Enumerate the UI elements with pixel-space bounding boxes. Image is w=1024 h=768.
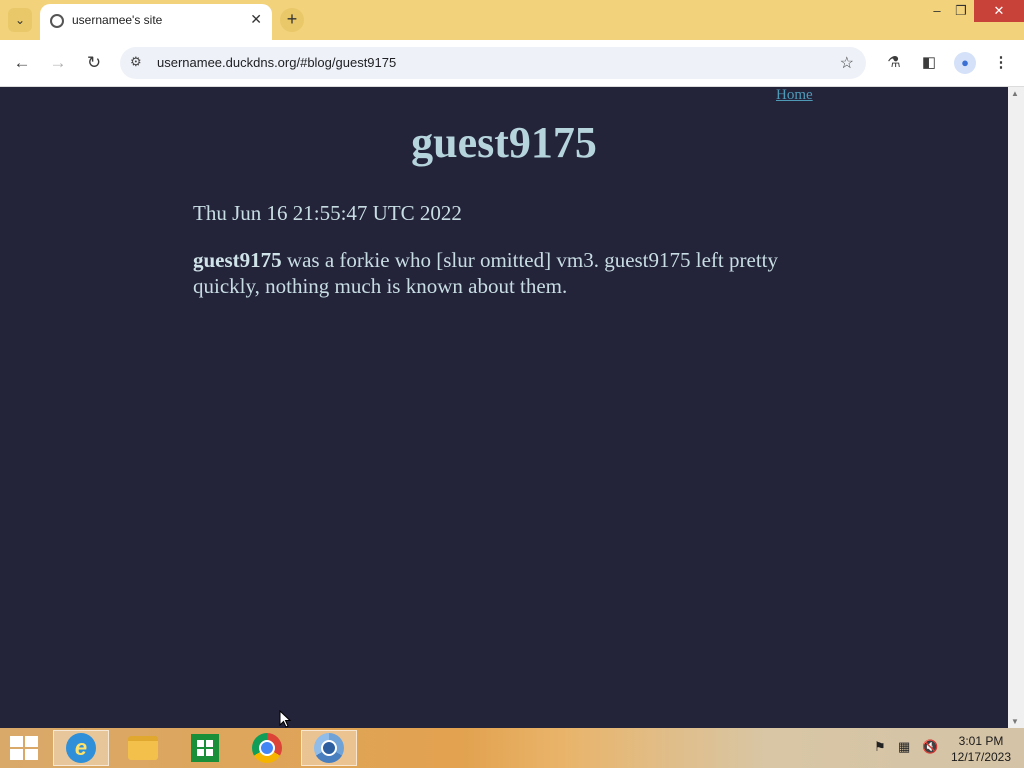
tab-search-button[interactable]: ⌄ [8, 8, 32, 32]
scroll-up-icon[interactable]: ▲ [1011, 89, 1019, 98]
network-icon[interactable]: ▦ [898, 739, 910, 755]
url-text[interactable]: usernamee.duckdns.org/#blog/guest9175 [157, 55, 396, 70]
bookmark-star-icon[interactable]: ☆ [840, 53, 854, 73]
browser-toolbar: ← → ↻ ⚙ usernamee.duckdns.org/#blog/gues… [0, 40, 1024, 87]
reload-icon[interactable]: ↻ [83, 52, 105, 74]
restore-button[interactable]: ❐ [946, 0, 976, 22]
new-tab-button[interactable]: + [280, 8, 304, 32]
chrome-icon[interactable] [239, 730, 295, 766]
mouse-cursor-icon [279, 710, 291, 728]
home-link[interactable]: Home [776, 87, 813, 104]
address-bar[interactable]: ⚙ usernamee.duckdns.org/#blog/guest9175 … [120, 47, 866, 79]
internet-explorer-icon[interactable]: e [53, 730, 109, 766]
volume-muted-icon[interactable]: 🔇 [922, 739, 938, 755]
close-tab-icon[interactable]: ✕ [250, 11, 262, 28]
globe-icon [50, 14, 64, 28]
post-body-text: was a forkie who [slur omitted] vm3. gue… [193, 248, 778, 298]
labs-flask-icon[interactable]: ⚗ [883, 52, 905, 74]
chevron-down-icon: ⌄ [14, 13, 26, 27]
close-window-button[interactable]: ✕ [974, 0, 1024, 22]
tab-strip: ⌄ usernamee's site ✕ + – ❐ ✕ [0, 0, 1024, 40]
page-viewport: Home guest9175 Thu Jun 16 21:55:47 UTC 2… [0, 87, 1008, 728]
clock-time: 3:01 PM [958, 734, 1004, 748]
chromium-icon[interactable] [301, 730, 357, 766]
forward-icon[interactable]: → [47, 52, 69, 74]
taskbar: e ⚑ ▦ 🔇 3:01 PM 12/17/2023 [0, 728, 1024, 768]
post-date: Thu Jun 16 21:55:47 UTC 2022 [193, 201, 462, 225]
profile-avatar-icon[interactable]: ● [954, 52, 976, 74]
windows-start-icon[interactable] [10, 736, 38, 760]
tab-title: usernamee's site [72, 13, 163, 27]
post-body-username: guest9175 [193, 248, 282, 272]
store-icon[interactable] [177, 730, 233, 766]
taskbar-clock[interactable]: 3:01 PM 12/17/2023 [946, 733, 1016, 765]
post-title: guest9175 [411, 118, 597, 167]
file-explorer-icon[interactable] [115, 730, 171, 766]
active-tab[interactable]: usernamee's site ✕ [40, 4, 272, 40]
menu-icon[interactable]: ⋮ [990, 52, 1012, 74]
scroll-down-icon[interactable]: ▼ [1011, 717, 1019, 726]
back-icon[interactable]: ← [11, 52, 33, 74]
clock-date: 12/17/2023 [950, 750, 1012, 764]
side-panel-icon[interactable]: ◧ [918, 52, 940, 74]
post-body: guest9175 was a forkie who [slur omitted… [193, 247, 803, 299]
vertical-scrollbar[interactable]: ▲ ▼ [1008, 87, 1024, 728]
flag-icon[interactable]: ⚑ [874, 739, 886, 755]
site-info-icon[interactable]: ⚙ [130, 54, 142, 70]
